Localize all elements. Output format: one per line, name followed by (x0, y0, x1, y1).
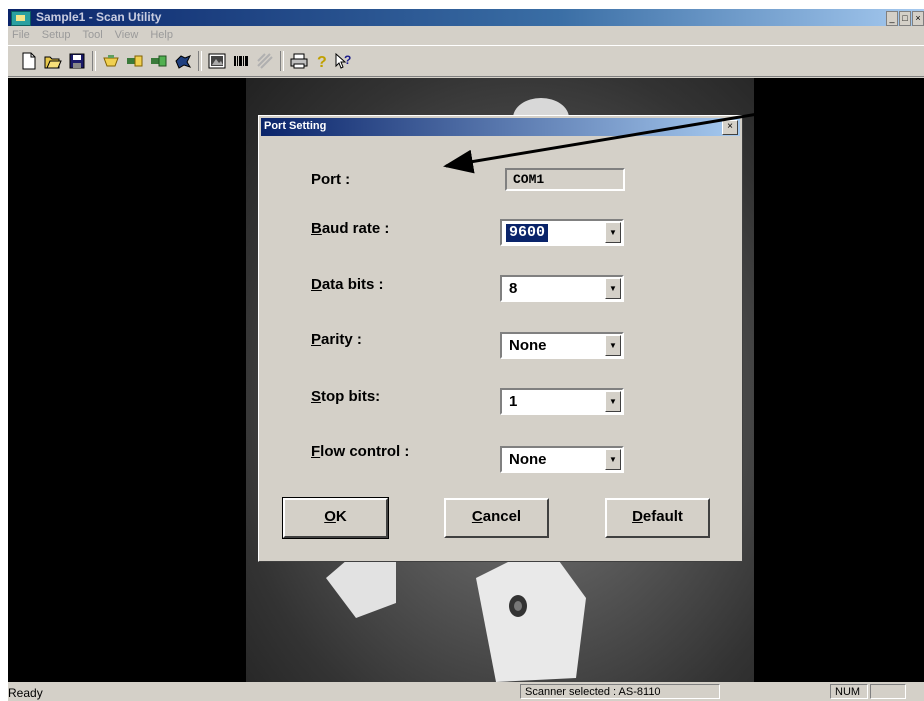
label-text: top bits: (321, 388, 381, 405)
window-title: Sample1 - Scan Utility (36, 10, 162, 24)
flow-control-value: None (509, 451, 547, 468)
status-text: Ready (8, 686, 43, 700)
print-icon[interactable] (290, 52, 308, 70)
mnemonic: B (311, 220, 322, 237)
cancel-button[interactable]: Cancel (444, 498, 549, 538)
flow-control-select[interactable]: None ▼ (500, 446, 624, 473)
mnemonic: D (311, 276, 322, 293)
title-bar[interactable]: Sample1 - Scan Utility _ □ × (8, 9, 924, 26)
mnemonic: F (311, 443, 321, 460)
close-button[interactable]: × (912, 11, 924, 26)
barcode-icon[interactable] (232, 52, 250, 70)
dialog-close-button[interactable]: × (722, 120, 738, 135)
disabled-icon[interactable] (256, 52, 274, 70)
chevron-down-icon[interactable]: ▼ (605, 278, 621, 299)
menu-view[interactable]: View (115, 27, 139, 43)
scanner-status-panel: Scanner selected : AS-8110 (520, 684, 720, 699)
label-text: aud rate : (321, 220, 390, 237)
parity-value: None (509, 337, 547, 354)
app-icon (11, 11, 31, 26)
stop-bits-value: 1 (509, 393, 518, 410)
scanner-icon[interactable] (102, 52, 120, 70)
parity-select[interactable]: None ▼ (500, 332, 624, 359)
mnemonic: C (471, 508, 483, 525)
chevron-down-icon[interactable]: ▼ (605, 391, 621, 412)
flow-control-label: Flow control : (311, 443, 409, 460)
maximize-button[interactable]: □ (899, 11, 911, 26)
mnemonic: S (311, 388, 322, 405)
chevron-down-icon[interactable]: ▼ (605, 335, 621, 356)
toolbar: ? ? (8, 45, 924, 77)
mnemonic: P (311, 331, 322, 348)
open-icon[interactable] (44, 52, 62, 70)
default-button[interactable]: Default (605, 498, 710, 538)
context-help-icon[interactable]: ? (334, 52, 352, 70)
svg-text:?: ? (344, 53, 351, 67)
caption-buttons: _ □ × (886, 9, 924, 26)
mnemonic: O (324, 508, 336, 525)
save-icon[interactable] (68, 52, 86, 70)
toolbar-separator (92, 51, 96, 71)
label-text: ata bits : (321, 276, 384, 293)
port-icon[interactable] (126, 52, 144, 70)
new-icon[interactable] (20, 52, 38, 70)
data-bits-label: Data bits : (311, 276, 384, 293)
data-bits-select[interactable]: 8 ▼ (500, 275, 624, 302)
menu-bar: File Setup Tool View Help (8, 27, 924, 43)
barcode-settings-icon[interactable] (174, 52, 192, 70)
baud-rate-label: Baud rate : (311, 220, 389, 237)
port-label: Port : (311, 171, 351, 188)
label-text: low control : (320, 443, 410, 460)
status-panel-empty (870, 684, 906, 699)
label-text: arity : (321, 331, 362, 348)
baud-rate-value: 9600 (506, 224, 549, 242)
dialog-title-bar[interactable]: Port Setting × (261, 118, 740, 136)
status-bar: Ready Scanner selected : AS-8110 NUM (8, 683, 924, 701)
parity-label: Parity : (311, 331, 362, 348)
toolbar-separator (280, 51, 284, 71)
stop-bits-label: Stop bits: (311, 388, 380, 405)
stop-bits-select[interactable]: 1 ▼ (500, 388, 624, 415)
mnemonic: D (632, 508, 643, 525)
menu-help[interactable]: Help (150, 27, 173, 43)
chevron-down-icon[interactable]: ▼ (605, 222, 621, 243)
ok-button[interactable]: OK (282, 497, 389, 539)
button-text: efault (642, 508, 683, 525)
port-field: COM1 (505, 168, 625, 191)
menu-setup[interactable]: Setup (42, 27, 71, 43)
help-icon[interactable]: ? (312, 52, 330, 70)
svg-text:?: ? (317, 54, 327, 70)
chevron-down-icon[interactable]: ▼ (605, 449, 621, 470)
menu-tool[interactable]: Tool (82, 27, 102, 43)
toolbar-separator (198, 51, 202, 71)
baud-rate-select[interactable]: 9600 ▼ (500, 219, 624, 246)
port-setting-dialog: Port Setting × Port : COM1 Baud rate : 9… (258, 115, 743, 562)
button-text: ancel (482, 508, 522, 525)
preview-icon[interactable] (208, 52, 226, 70)
port2-icon[interactable] (150, 52, 168, 70)
button-text: K (335, 508, 347, 525)
menu-file[interactable]: File (12, 27, 30, 43)
num-lock-indicator: NUM (830, 684, 868, 699)
minimize-button[interactable]: _ (886, 11, 898, 26)
data-bits-value: 8 (509, 280, 518, 297)
dialog-title: Port Setting (264, 120, 327, 132)
